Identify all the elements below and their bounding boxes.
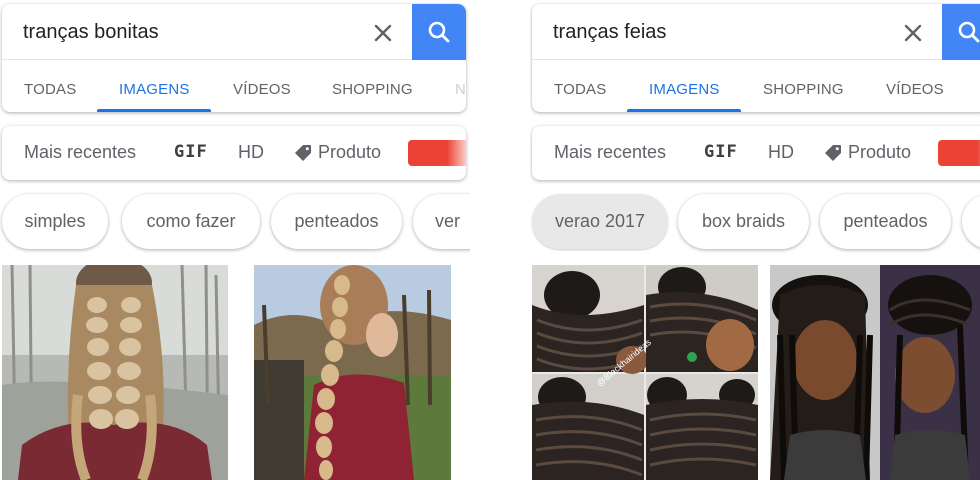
tab-shopping[interactable]: SHOPPING <box>763 81 844 98</box>
color-filter-swatch[interactable] <box>408 140 466 166</box>
color-filter-swatch[interactable] <box>938 140 980 166</box>
search-tabs: TODAS IMAGENS SHOPPING VÍDEOS <box>532 60 980 112</box>
search-card: tranças feias TODAS IMAGENS SHOPPING VÍD… <box>532 4 980 112</box>
clear-search-button[interactable] <box>900 20 926 46</box>
tab-imagens[interactable]: IMAGENS <box>649 81 720 98</box>
filter-product-label: Produto <box>848 142 912 162</box>
search-button[interactable] <box>412 4 466 60</box>
search-button[interactable] <box>942 4 980 60</box>
image-result[interactable] <box>2 265 228 480</box>
suggestion-chip[interactable]: como fazer <box>122 194 260 249</box>
search-input[interactable]: tranças feias <box>553 21 666 44</box>
filter-hd[interactable]: HD <box>768 142 794 163</box>
search-results-panel-left: tranças bonitas TODAS IMAGENS VÍDEOS SHO… <box>0 0 470 480</box>
search-results-panel-right: tranças feias TODAS IMAGENS SHOPPING VÍD… <box>530 0 980 480</box>
suggestion-chip[interactable]: verao 2017 <box>532 194 668 249</box>
search-icon <box>428 21 450 43</box>
search-tabs: TODAS IMAGENS VÍDEOS SHOPPING N <box>2 60 466 112</box>
image-result[interactable]: @Blackhairideas <box>532 265 758 480</box>
filter-bar: Mais recentes GIF HD Produto <box>532 126 980 180</box>
filter-hd[interactable]: HD <box>238 142 264 163</box>
tab-videos[interactable]: VÍDEOS <box>233 81 291 98</box>
suggestion-chip[interactable]: box braids <box>678 194 809 249</box>
suggestion-chip[interactable]: simples <box>2 194 108 249</box>
tab-imagens[interactable]: IMAGENS <box>119 81 190 98</box>
braided-hair-photo <box>2 265 228 480</box>
filter-product[interactable]: Produto <box>824 142 911 163</box>
image-result[interactable] <box>770 265 980 480</box>
active-tab-indicator <box>97 109 211 112</box>
suggestion-chip[interactable]: penteados <box>271 194 402 249</box>
tab-more[interactable]: N <box>455 81 466 98</box>
tab-todas[interactable]: TODAS <box>554 81 606 98</box>
braided-hair-collage: @Blackhairideas <box>532 265 758 480</box>
tag-icon <box>294 144 312 162</box>
active-tab-indicator <box>627 109 741 112</box>
filter-bar: Mais recentes GIF HD Produto <box>2 126 466 180</box>
search-bar: tranças feias <box>532 4 980 60</box>
filter-recent[interactable]: Mais recentes <box>554 142 666 163</box>
filter-gif[interactable]: GIF <box>704 142 738 162</box>
tab-videos[interactable]: VÍDEOS <box>886 81 944 98</box>
braided-hair-photo <box>254 265 451 480</box>
filter-gif[interactable]: GIF <box>174 142 208 162</box>
tag-icon <box>824 144 842 162</box>
image-result[interactable] <box>254 265 451 480</box>
braided-hair-photo <box>770 265 980 480</box>
gif-label: GIF <box>704 142 738 162</box>
close-icon <box>374 24 392 42</box>
close-icon <box>904 24 922 42</box>
gif-label: GIF <box>174 142 208 162</box>
filter-product[interactable]: Produto <box>294 142 381 163</box>
search-icon <box>958 21 980 43</box>
suggestion-chip[interactable] <box>962 194 980 249</box>
filter-recent[interactable]: Mais recentes <box>24 142 136 163</box>
suggestion-chip[interactable]: penteados <box>820 194 951 249</box>
search-bar: tranças bonitas <box>2 4 466 60</box>
tab-shopping[interactable]: SHOPPING <box>332 81 413 98</box>
filter-product-label: Produto <box>318 142 382 162</box>
suggestion-chip[interactable]: ver <box>413 194 470 249</box>
clear-search-button[interactable] <box>370 20 396 46</box>
tab-todas[interactable]: TODAS <box>24 81 76 98</box>
search-card: tranças bonitas TODAS IMAGENS VÍDEOS SHO… <box>2 4 466 112</box>
search-input[interactable]: tranças bonitas <box>23 21 159 44</box>
